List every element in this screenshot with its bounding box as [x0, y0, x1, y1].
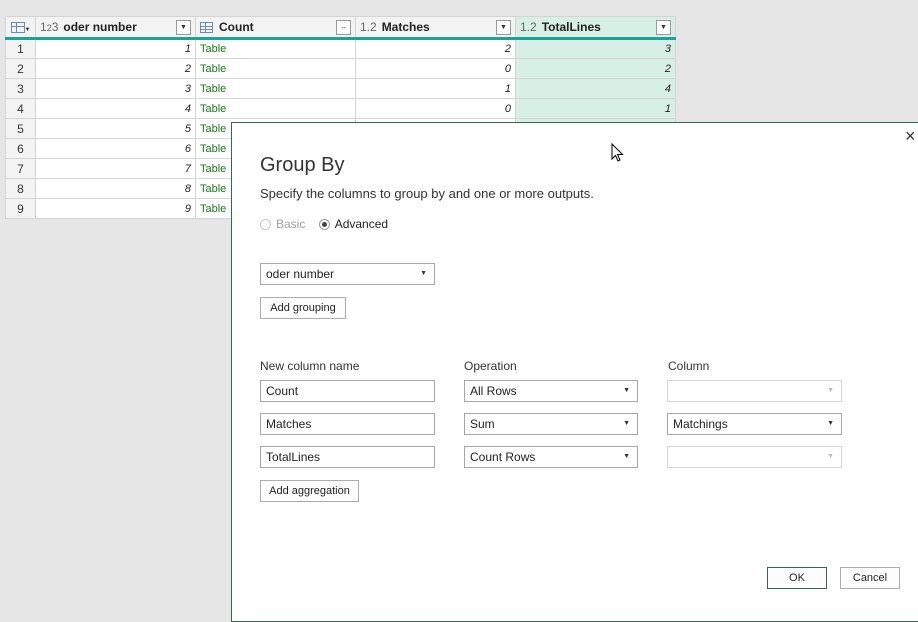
column-select[interactable]: Matchings ▼ — [667, 413, 842, 435]
row-number: 6 — [5, 138, 36, 159]
row-number: 8 — [5, 178, 36, 199]
expand-column-button[interactable]: ↔ — [336, 20, 351, 35]
cell-totallines: 4 — [515, 78, 676, 99]
cell-count-table-link[interactable]: Table — [195, 98, 356, 119]
column-select[interactable]: ▼ — [667, 380, 842, 402]
chevron-down-icon: ▼ — [827, 387, 834, 394]
cell-oder-number: 1 — [35, 38, 196, 59]
table-row[interactable]: 3 3 Table 1 4 — [5, 78, 676, 99]
decimal-type-icon[interactable]: 1.2 — [520, 20, 537, 34]
new-column-name-input[interactable]: Count — [260, 380, 435, 402]
column-select[interactable]: ▼ — [667, 446, 842, 468]
cell-matches: 1 — [355, 78, 516, 99]
cell-oder-number: 4 — [35, 98, 196, 119]
cell-totallines: 1 — [515, 98, 676, 119]
dialog-description: Specify the columns to group by and one … — [260, 186, 594, 201]
table-icon — [10, 22, 25, 34]
cell-oder-number: 6 — [35, 138, 196, 159]
cell-oder-number: 8 — [35, 178, 196, 199]
row-number: 7 — [5, 158, 36, 179]
table-row[interactable]: 2 2 Table 0 2 — [5, 58, 676, 79]
cell-count-table-link[interactable]: Table — [195, 38, 356, 59]
cell-oder-number: 2 — [35, 58, 196, 79]
close-icon[interactable]: × — [905, 127, 916, 145]
row-number: 2 — [5, 58, 36, 79]
column-filter-button[interactable]: ▼ — [176, 20, 191, 35]
radio-advanced-label: Advanced — [334, 217, 389, 231]
cell-count-table-link[interactable]: Table — [195, 58, 356, 79]
chevron-down-icon: ▼ — [24, 27, 31, 33]
chevron-down-icon: ▼ — [623, 420, 630, 427]
operation-select-value: Sum — [470, 417, 495, 431]
column-header-matches[interactable]: 1.2 Matches ▼ — [355, 16, 516, 40]
column-header-label: TotalLines — [541, 20, 601, 34]
row-number: 5 — [5, 118, 36, 139]
radio-circle — [260, 218, 271, 230]
cell-oder-number: 3 — [35, 78, 196, 99]
chevron-down-icon: ▼ — [827, 420, 834, 427]
radio-basic[interactable]: Basic — [260, 217, 305, 231]
new-column-name-input[interactable]: TotalLines — [260, 446, 435, 468]
cell-matches: 0 — [355, 98, 516, 119]
chevron-down-icon: ▼ — [827, 453, 834, 460]
table-type-icon[interactable] — [200, 22, 213, 34]
column-select-value: Matchings — [673, 417, 728, 431]
cell-totallines: 3 — [515, 38, 676, 59]
chevron-down-icon: ▼ — [623, 453, 630, 460]
column-header-label: Matches — [381, 20, 430, 34]
ok-button[interactable]: OK — [767, 567, 827, 589]
row-number: 3 — [5, 78, 36, 99]
cell-oder-number: 7 — [35, 158, 196, 179]
radio-advanced[interactable]: Advanced — [318, 217, 389, 231]
grouping-select-value: oder number — [266, 267, 335, 281]
column-header-label: oder number — [63, 20, 137, 34]
table-menu-button[interactable]: ▼ — [5, 16, 36, 40]
row-number: 9 — [5, 198, 36, 219]
add-aggregation-button[interactable]: Add aggregation — [260, 480, 359, 502]
column-header-count[interactable]: Count ↔ — [195, 16, 356, 40]
table-row[interactable]: 4 4 Table 0 1 — [5, 98, 676, 119]
new-column-name-label: New column name — [260, 359, 360, 373]
grouping-column-select[interactable]: oder number ▼ — [260, 263, 435, 285]
operation-select-value: Count Rows — [470, 450, 536, 464]
column-header-label: Count — [219, 20, 254, 34]
add-grouping-button[interactable]: Add grouping — [260, 297, 346, 319]
operation-select[interactable]: Sum ▼ — [464, 413, 638, 435]
row-number: 4 — [5, 98, 36, 119]
chevron-down-icon: ▼ — [623, 387, 630, 394]
cell-oder-number: 9 — [35, 198, 196, 219]
radio-circle-selected — [318, 218, 330, 230]
table-row[interactable]: 1 1 Table 2 3 — [5, 38, 676, 59]
whole-number-type-icon[interactable]: 123 — [40, 20, 58, 34]
operation-select[interactable]: All Rows ▼ — [464, 380, 638, 402]
radio-basic-label: Basic — [276, 217, 306, 231]
column-filter-button[interactable]: ▼ — [496, 20, 511, 35]
dialog-title: Group By — [260, 154, 345, 176]
column-label: Column — [668, 359, 710, 373]
cell-totallines: 2 — [515, 58, 676, 79]
cell-matches: 0 — [355, 58, 516, 79]
column-header-totallines[interactable]: 1.2 TotalLines ▼ — [515, 16, 676, 40]
decimal-type-icon[interactable]: 1.2 — [360, 20, 377, 34]
cancel-button[interactable]: Cancel — [840, 567, 900, 589]
column-header-oder-number[interactable]: 123 oder number ▼ — [35, 16, 196, 40]
column-filter-button[interactable]: ▼ — [656, 20, 671, 35]
chevron-down-icon: ▼ — [420, 270, 427, 277]
group-by-dialog: × Group By Specify the columns to group … — [231, 122, 918, 622]
new-column-name-input[interactable]: Matches — [260, 413, 435, 435]
mode-radio-group: Basic Advanced — [260, 217, 398, 233]
cell-oder-number: 5 — [35, 118, 196, 139]
grid-header-row: ▼ 123 oder number ▼ Count ↔ 1.2 Matches ▼ … — [5, 16, 676, 40]
operation-select[interactable]: Count Rows ▼ — [464, 446, 638, 468]
operation-label: Operation — [464, 359, 517, 373]
cell-matches: 2 — [355, 38, 516, 59]
mouse-pointer-icon — [611, 143, 624, 162]
operation-select-value: All Rows — [470, 384, 517, 398]
row-number: 1 — [5, 38, 36, 59]
cell-count-table-link[interactable]: Table — [195, 78, 356, 99]
